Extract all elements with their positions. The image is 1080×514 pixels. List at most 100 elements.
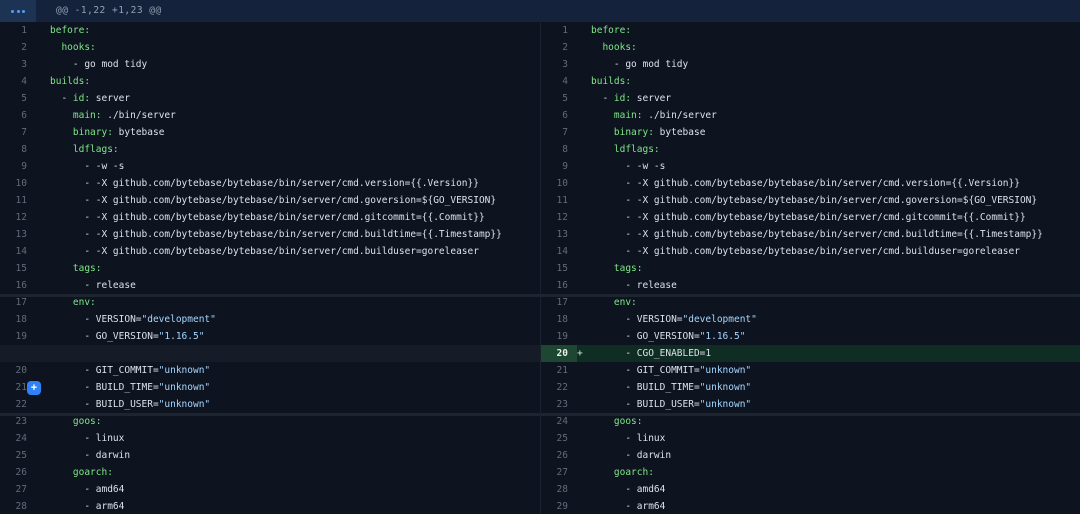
line-number[interactable]: 15 [0, 260, 36, 277]
line-number[interactable]: 24 [0, 430, 36, 447]
line-number[interactable]: 13 [0, 226, 36, 243]
code-line: - amd64 [591, 481, 1080, 498]
line-marker [36, 413, 50, 430]
line-number[interactable]: 5 [0, 90, 36, 107]
diff-row: 21 - GIT_COMMIT="unknown" [541, 362, 1080, 379]
code-line: - BUILD_USER="unknown" [50, 396, 540, 413]
ellipsis-icon [17, 10, 20, 13]
diff-row: 5 - id: server [541, 90, 1080, 107]
ellipsis-icon [11, 10, 14, 13]
line-number[interactable]: 1 [0, 22, 36, 39]
line-number[interactable]: 8 [0, 141, 36, 158]
line-number[interactable]: 12 [541, 209, 577, 226]
line-number[interactable]: 6 [0, 107, 36, 124]
code-line: - linux [50, 430, 540, 447]
line-number[interactable]: 11 [541, 192, 577, 209]
add-comment-button[interactable]: + [27, 381, 41, 395]
line-marker [36, 209, 50, 226]
line-number[interactable]: 7 [0, 124, 36, 141]
line-number[interactable]: 3 [0, 56, 36, 73]
line-number[interactable]: 6 [541, 107, 577, 124]
line-number[interactable]: 7 [541, 124, 577, 141]
ellipsis-icon [22, 10, 25, 13]
diff-row: 27 - amd64 [0, 481, 540, 498]
diff-row: 1before: [0, 22, 540, 39]
line-number[interactable]: 17 [541, 294, 577, 311]
line-number[interactable]: 23 [541, 396, 577, 413]
diff-row: 14 - -X github.com/bytebase/bytebase/bin… [541, 243, 1080, 260]
line-number[interactable]: 17 [0, 294, 36, 311]
diff-row: 2 hooks: [541, 39, 1080, 56]
line-number[interactable]: 22 [541, 379, 577, 396]
line-number[interactable]: 20 [0, 362, 36, 379]
line-number[interactable]: 18 [541, 311, 577, 328]
line-marker [577, 243, 591, 260]
line-number[interactable]: 9 [0, 158, 36, 175]
diff-row-added: 20+ - CGO_ENABLED=1 [541, 345, 1080, 362]
diff-row: 3 - go mod tidy [541, 56, 1080, 73]
line-number[interactable]: 27 [0, 481, 36, 498]
line-number[interactable]: 1 [541, 22, 577, 39]
line-number[interactable]: 9 [541, 158, 577, 175]
diff-row: 2 hooks: [0, 39, 540, 56]
line-number[interactable]: 26 [0, 464, 36, 481]
line-marker [577, 294, 591, 311]
diff-row: 9 - -w -s [0, 158, 540, 175]
diff-row: 16 - release [0, 277, 540, 294]
line-number[interactable]: 4 [541, 73, 577, 90]
line-number[interactable]: 27 [541, 464, 577, 481]
line-marker [577, 209, 591, 226]
line-number[interactable]: 2 [541, 39, 577, 56]
line-number[interactable]: 24 [541, 413, 577, 430]
code-line: hooks: [591, 39, 1080, 56]
line-number[interactable]: 21 [541, 362, 577, 379]
line-number[interactable]: 10 [541, 175, 577, 192]
diff-row: 18 - VERSION="development" [0, 311, 540, 328]
line-number[interactable]: 28 [541, 481, 577, 498]
line-number [0, 345, 36, 362]
diff-row: 3 - go mod tidy [0, 56, 540, 73]
line-marker [577, 39, 591, 56]
diff-row: 7 binary: bytebase [541, 124, 1080, 141]
line-number[interactable]: 8 [541, 141, 577, 158]
line-number[interactable]: 14 [0, 243, 36, 260]
code-line: - CGO_ENABLED=1 [591, 345, 1080, 362]
line-number[interactable]: 10 [0, 175, 36, 192]
line-marker [36, 345, 50, 362]
line-number[interactable]: 19 [0, 328, 36, 345]
code-line: - -X github.com/bytebase/bytebase/bin/se… [591, 192, 1080, 209]
line-marker [36, 362, 50, 379]
line-number[interactable]: 22 [0, 396, 36, 413]
line-number[interactable]: 13 [541, 226, 577, 243]
line-number[interactable]: 23 [0, 413, 36, 430]
line-marker [36, 141, 50, 158]
line-number[interactable]: 18 [0, 311, 36, 328]
line-number[interactable]: 4 [0, 73, 36, 90]
code-line [50, 345, 540, 362]
line-number[interactable]: 15 [541, 260, 577, 277]
line-number[interactable]: 19 [541, 328, 577, 345]
line-number[interactable]: 12 [0, 209, 36, 226]
line-number[interactable]: 16 [0, 277, 36, 294]
code-line: env: [591, 294, 1080, 311]
line-number[interactable]: 26 [541, 447, 577, 464]
line-number[interactable]: 5 [541, 90, 577, 107]
line-number[interactable]: 11 [0, 192, 36, 209]
line-number[interactable]: 16 [541, 277, 577, 294]
line-number[interactable]: 2 [0, 39, 36, 56]
line-marker [36, 192, 50, 209]
line-number[interactable]: 3 [541, 56, 577, 73]
line-number[interactable]: 25 [541, 430, 577, 447]
added-line-marker: + [577, 345, 591, 362]
line-number[interactable]: 20 [541, 345, 577, 362]
line-marker [577, 396, 591, 413]
expand-hunk-button[interactable] [0, 0, 36, 22]
line-number[interactable]: 28 [0, 498, 36, 514]
line-number[interactable]: 14 [541, 243, 577, 260]
line-number[interactable]: 25 [0, 447, 36, 464]
hunk-header-bar: @@ -1,22 +1,23 @@ [0, 0, 1080, 22]
code-line: binary: bytebase [50, 124, 540, 141]
diff-row: 14 - -X github.com/bytebase/bytebase/bin… [0, 243, 540, 260]
line-number[interactable]: 29 [541, 498, 577, 514]
code-line: before: [591, 22, 1080, 39]
